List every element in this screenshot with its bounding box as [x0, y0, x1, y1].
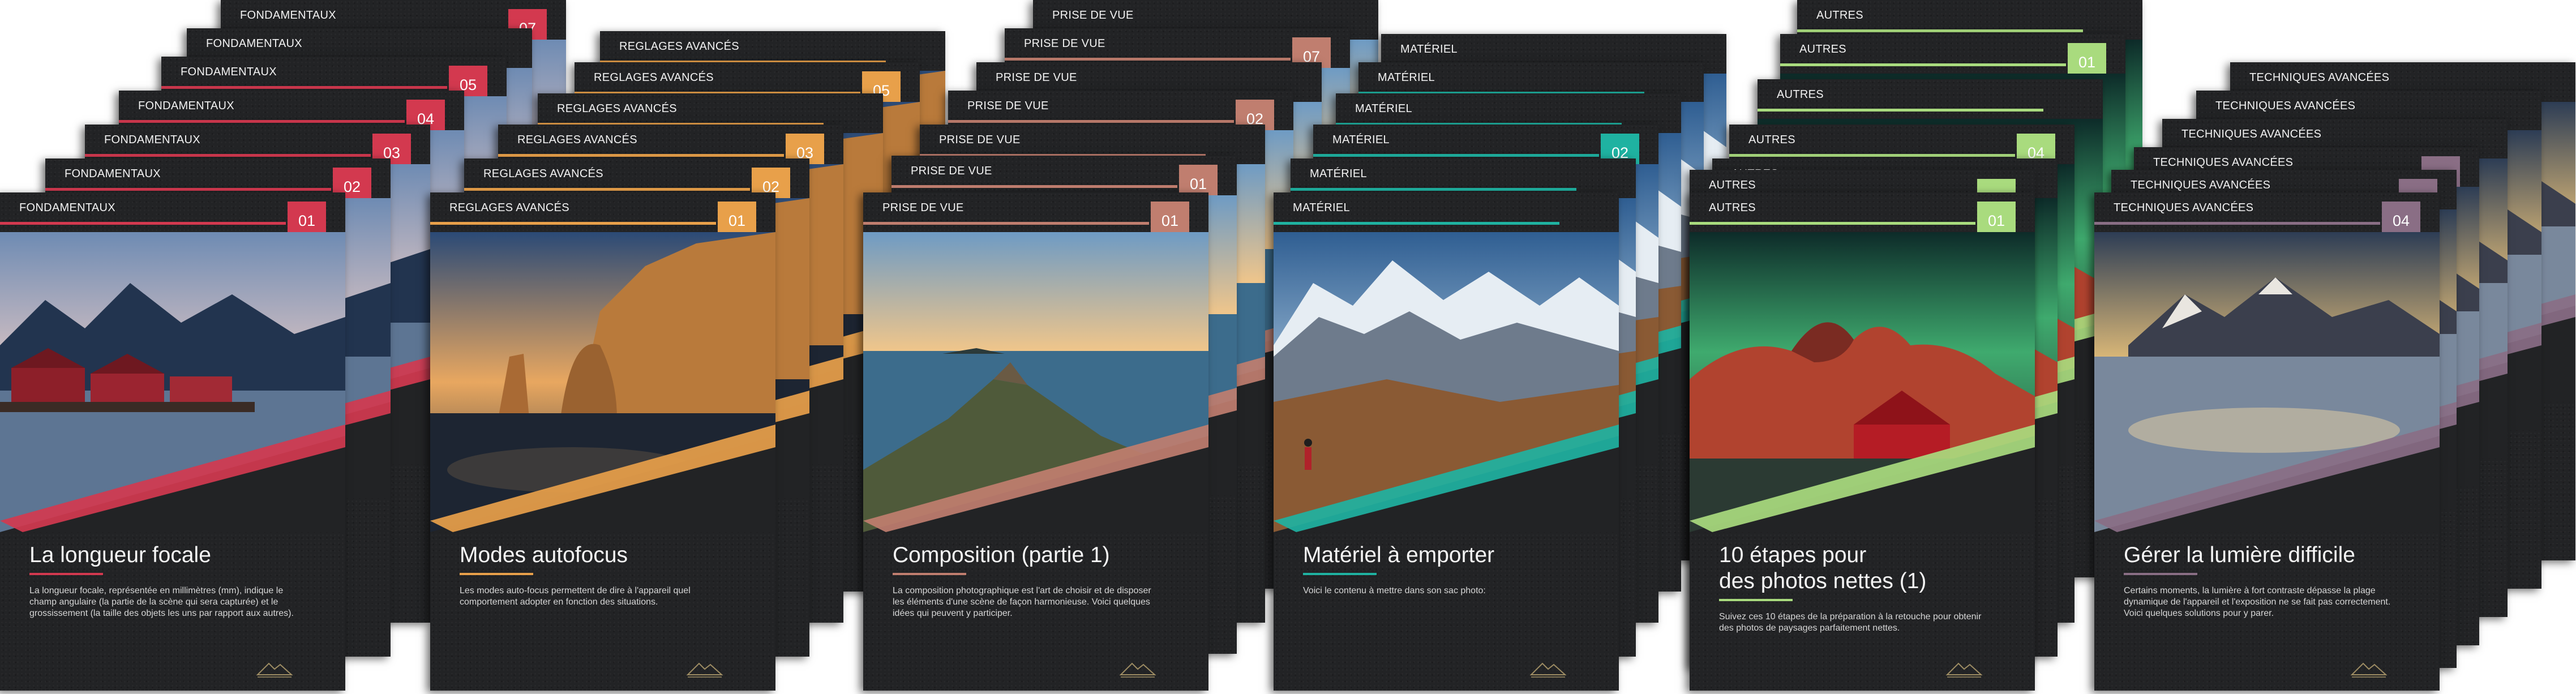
- title-underline: [893, 573, 966, 575]
- card-category: MATÉRIEL: [1378, 71, 1435, 84]
- card-category: FONDAMENTAUX: [104, 134, 200, 146]
- card-title: Gérer la lumière difficile: [2124, 543, 2355, 567]
- category-rule: [948, 120, 1234, 123]
- title-underline: [29, 573, 103, 575]
- card-category: FONDAMENTAUX: [138, 100, 234, 112]
- card-category: PRISE DE VUE: [996, 71, 1077, 84]
- card-category: PRISE DE VUE: [1024, 37, 1105, 50]
- card-description: La composition photographique est l'art …: [893, 586, 1151, 618]
- card-photo: [0, 232, 345, 532]
- card-category: TECHNIQUES AVANCÉES: [2153, 156, 2294, 169]
- card-photo: [1274, 232, 1619, 532]
- card-category: TECHNIQUES AVANCÉES: [2114, 202, 2254, 214]
- card-photo: [863, 232, 1208, 532]
- card-description: La longueur focale, représentée en milli…: [29, 586, 294, 618]
- category-rule: [464, 188, 750, 191]
- category-rule: [85, 154, 371, 157]
- card-title: Matériel à emporter: [1303, 543, 1495, 567]
- category-rule: [1274, 222, 1559, 225]
- card-category: MATÉRIEL: [1355, 102, 1412, 115]
- category-rule: [430, 222, 716, 225]
- card-category: REGLAGES AVANCÉS: [594, 71, 714, 84]
- card-category: TECHNIQUES AVANCÉES: [2215, 100, 2356, 112]
- category-rule: [1690, 222, 1975, 225]
- brand-logo-icon: [685, 658, 725, 680]
- card-description: Certains moments, la lumière à fort cont…: [2124, 586, 2391, 618]
- category-rule: [0, 222, 286, 225]
- category-rule: [863, 222, 1149, 225]
- card-description: Les modes auto-focus permettent de dire …: [460, 586, 691, 607]
- card-category: REGLAGES AVANCÉS: [483, 168, 603, 180]
- title-underline: [2124, 573, 2197, 575]
- card-front[interactable]: FONDAMENTAUX 01 La longueur focale La long…: [0, 192, 345, 691]
- card-category: TECHNIQUES AVANCÉES: [2131, 179, 2271, 191]
- card-category: FONDAMENTAUX: [181, 66, 277, 78]
- card-category: TECHNIQUES AVANCÉES: [2249, 71, 2390, 84]
- category-rule: [1758, 109, 2043, 112]
- brand-logo-icon: [2349, 658, 2389, 680]
- category-rule: [498, 154, 784, 157]
- card-front[interactable]: REGLAGES AVANCÉS 01 Modes autofocus Les mo…: [430, 192, 775, 691]
- card-category: AUTRES: [1709, 179, 1756, 191]
- card-category: AUTRES: [1748, 134, 1795, 146]
- category-rule: [1005, 58, 1291, 61]
- card-category: FONDAMENTAUX: [19, 202, 115, 214]
- card-description: Suivez ces 10 étapes de la préparation à…: [1719, 612, 1982, 633]
- card-category: FONDAMENTAUX: [240, 9, 336, 22]
- card-title: La longueur focale: [29, 543, 211, 567]
- category-rule: [119, 120, 405, 123]
- card-front[interactable]: MATÉRIEL Matériel à emporter Voici le con…: [1274, 192, 1619, 691]
- card-category: PRISE DE VUE: [967, 100, 1049, 112]
- brand-logo-icon: [1944, 658, 1984, 680]
- brand-logo-icon: [1528, 658, 1568, 680]
- card-photo: [430, 232, 775, 532]
- card-front[interactable]: TECHNIQUES AVANCÉES 04 Gérer la lumière d…: [2094, 192, 2440, 691]
- card-photo: [2094, 232, 2440, 532]
- brand-logo-icon: [255, 658, 294, 680]
- category-rule: [1291, 188, 1576, 191]
- category-rule: [161, 86, 447, 89]
- card-category: REGLAGES AVANCÉS: [449, 202, 569, 214]
- card-category: TECHNIQUES AVANCÉES: [2181, 128, 2322, 140]
- category-rule: [45, 188, 331, 191]
- card-category: MATÉRIEL: [1400, 43, 1458, 55]
- card-description: Voici le contenu à mettre dans son sac p…: [1303, 586, 1486, 596]
- card-category: PRISE DE VUE: [882, 202, 964, 214]
- card-category: REGLAGES AVANCÉS: [557, 102, 677, 115]
- category-rule: [2094, 222, 2380, 225]
- card-title: Modes autofocus: [460, 543, 628, 567]
- card-category: AUTRES: [1709, 202, 1756, 214]
- category-rule: [1780, 63, 2066, 66]
- card-title: 10 étapes pour des photos nettes (1): [1719, 543, 1927, 593]
- card-category: AUTRES: [1816, 9, 1863, 22]
- card-category: MATÉRIEL: [1332, 134, 1390, 146]
- card-category: MATÉRIEL: [1293, 202, 1350, 214]
- title-underline: [460, 573, 533, 575]
- card-category: PRISE DE VUE: [911, 165, 992, 177]
- category-rule: [891, 185, 1177, 188]
- title-underline: [1303, 573, 1377, 575]
- card-category: FONDAMENTAUX: [206, 37, 302, 50]
- card-front[interactable]: PRISE DE VUE 01 Composition (partie 1) La …: [863, 192, 1208, 691]
- card-photo: [1690, 232, 2035, 532]
- card-category: MATÉRIEL: [1310, 168, 1367, 180]
- card-category: REGLAGES AVANCÉS: [619, 40, 739, 53]
- category-rule: [1313, 154, 1599, 157]
- category-rule: [1729, 154, 2015, 157]
- card-title: Composition (partie 1): [893, 543, 1110, 567]
- category-rule: [1797, 29, 2083, 32]
- card-category: PRISE DE VUE: [1052, 9, 1134, 22]
- card-category: PRISE DE VUE: [939, 134, 1021, 146]
- title-underline: [1719, 599, 1793, 601]
- card-category: AUTRES: [1777, 88, 1824, 101]
- brand-logo-icon: [1118, 658, 1158, 680]
- card-category: REGLAGES AVANCÉS: [517, 134, 637, 146]
- card-category: AUTRES: [1799, 43, 1846, 55]
- card-front[interactable]: AUTRES 01 10 étapes pour des photos nette…: [1690, 192, 2035, 691]
- card-category: FONDAMENTAUX: [65, 168, 161, 180]
